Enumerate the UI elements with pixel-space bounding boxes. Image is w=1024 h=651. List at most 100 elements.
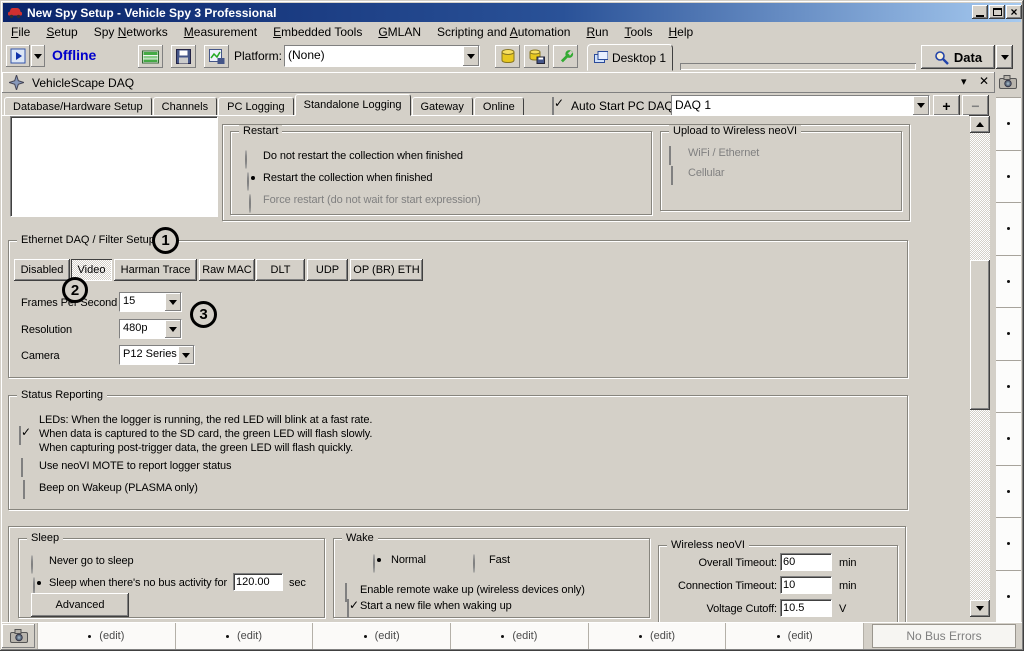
menu-spy-networks[interactable]: Spy Networks — [91, 24, 171, 40]
tab-database-hardware-setup[interactable]: Database/Hardware Setup — [4, 97, 152, 116]
resolution-select[interactable]: 480p — [119, 319, 182, 339]
beep-wakeup-checkbox[interactable] — [23, 480, 25, 499]
menu-measurement[interactable]: Measurement — [181, 24, 260, 40]
close-icon[interactable]: × — [1006, 5, 1022, 19]
edit-slot[interactable]: (edit) — [726, 623, 864, 649]
auto-start-pc-daq-checkbox[interactable] — [552, 97, 554, 116]
menu-help[interactable]: Help — [666, 24, 697, 40]
menu-gmlan[interactable]: GMLAN — [375, 24, 424, 40]
eth-mode-raw-mac-button[interactable]: Raw MAC — [199, 259, 255, 281]
eth-mode-op-br-eth-button[interactable]: OP (BR) ETH — [350, 259, 423, 281]
remove-daq-button[interactable]: − — [962, 95, 989, 116]
radio-wake-normal-label[interactable]: Normal — [391, 554, 426, 566]
platform-select[interactable]: (None) — [284, 45, 480, 67]
dock-slot[interactable] — [996, 256, 1021, 309]
data-dropdown-button[interactable] — [996, 45, 1013, 69]
radio-restart[interactable] — [247, 172, 249, 191]
eth-mode-dlt-button[interactable]: DLT — [256, 259, 305, 281]
data-button[interactable]: Data — [921, 45, 995, 69]
minimize-button[interactable] — [972, 5, 988, 19]
dock-slot[interactable] — [996, 98, 1021, 151]
neovi-mote-checkbox[interactable] — [21, 458, 23, 477]
radio-no-restart[interactable] — [245, 150, 247, 169]
new-file-wakeup-checkbox[interactable] — [347, 599, 349, 618]
edit-slot-label[interactable]: (edit) — [237, 630, 262, 642]
remote-wakeup-label[interactable]: Enable remote wake up (wireless devices … — [360, 584, 585, 596]
menu-file[interactable]: File — [8, 24, 33, 40]
menu-run[interactable]: Run — [583, 24, 611, 40]
run-button[interactable] — [6, 45, 30, 67]
eth-mode-harman-trace-button[interactable]: Harman Trace — [114, 259, 197, 281]
camera-dropdown-icon[interactable] — [178, 346, 194, 364]
messages-view-button[interactable] — [138, 45, 163, 68]
menu-setup[interactable]: Setup — [43, 24, 80, 40]
scroll-up-icon[interactable] — [970, 116, 990, 133]
save-button[interactable] — [171, 45, 196, 68]
camera-select[interactable]: P12 Series — [119, 345, 195, 365]
radio-wake-fast-label[interactable]: Fast — [489, 554, 510, 566]
content-scrollbar[interactable] — [970, 116, 990, 617]
sleep-timeout-input[interactable] — [233, 573, 283, 591]
fps-dropdown-icon[interactable] — [165, 293, 181, 311]
tab-gateway[interactable]: Gateway — [412, 97, 473, 116]
dock-slot[interactable] — [996, 518, 1021, 571]
camera-icon[interactable] — [999, 75, 1017, 95]
edit-slot-label[interactable]: (edit) — [375, 630, 400, 642]
database-button[interactable] — [495, 45, 520, 68]
eth-mode-udp-button[interactable]: UDP — [307, 259, 348, 281]
tools-wrench-button[interactable] — [553, 45, 578, 68]
collections-listbox[interactable] — [10, 116, 218, 217]
beep-wakeup-label[interactable]: Beep on Wakeup (PLASMA only) — [39, 482, 198, 494]
connection-timeout-input[interactable] — [780, 576, 832, 594]
maximize-button[interactable] — [989, 5, 1005, 19]
dock-slot[interactable] — [996, 413, 1021, 466]
scrollbar-thumb[interactable] — [970, 260, 990, 410]
daq-select[interactable]: DAQ 1 — [671, 95, 930, 116]
resolution-dropdown-icon[interactable] — [165, 320, 181, 338]
led-status-checkbox[interactable] — [19, 426, 21, 445]
dock-slot[interactable] — [996, 308, 1021, 361]
add-daq-button[interactable]: + — [933, 95, 960, 116]
radio-never-sleep[interactable] — [31, 555, 33, 574]
radio-no-restart-label[interactable]: Do not restart the collection when finis… — [263, 150, 463, 162]
database-save-button[interactable] — [524, 45, 549, 68]
eth-mode-disabled-button[interactable]: Disabled — [14, 259, 70, 281]
neovi-mote-label[interactable]: Use neoVI MOTE to report logger status — [39, 460, 231, 472]
edit-slot-label[interactable]: (edit) — [788, 630, 813, 642]
radio-wake-normal[interactable] — [373, 554, 375, 573]
overall-timeout-input[interactable] — [780, 553, 832, 571]
tab-channels[interactable]: Channels — [153, 97, 217, 116]
edit-slot[interactable]: (edit) — [313, 623, 451, 649]
scroll-down-icon[interactable] — [970, 600, 990, 617]
log-data-button[interactable] — [204, 45, 229, 68]
edit-slot-label[interactable]: (edit) — [650, 630, 675, 642]
radio-restart-label[interactable]: Restart the collection when finished — [263, 172, 432, 184]
auto-start-pc-daq-label[interactable]: Auto Start PC DAQ — [571, 99, 674, 113]
panel-close-icon[interactable]: ✕ — [979, 74, 989, 88]
radio-sleep-no-activity-label[interactable]: Sleep when there's no bus activity for — [49, 577, 227, 589]
dock-slot[interactable] — [996, 151, 1021, 204]
fps-select[interactable]: 15 — [119, 292, 182, 312]
tab-desktop-1[interactable]: Desktop 1 — [587, 44, 673, 71]
edit-slot[interactable]: (edit) — [176, 623, 314, 649]
advanced-button[interactable]: Advanced — [31, 593, 129, 617]
new-file-wakeup-label[interactable]: Start a new file when waking up — [360, 600, 512, 612]
edit-slot-label[interactable]: (edit) — [99, 630, 124, 642]
camera-icon[interactable] — [2, 624, 35, 648]
edit-slot-label[interactable]: (edit) — [512, 630, 537, 642]
menu-scripting-automation[interactable]: Scripting and Automation — [434, 24, 573, 40]
panel-menu-icon[interactable]: ▾ — [961, 75, 967, 88]
voltage-cutoff-input[interactable] — [780, 599, 832, 617]
dock-slot[interactable] — [996, 361, 1021, 414]
tab-pc-logging[interactable]: PC Logging — [218, 97, 294, 116]
platform-dropdown-icon[interactable] — [463, 46, 479, 66]
menu-tools[interactable]: Tools — [621, 24, 655, 40]
tab-standalone-logging[interactable]: Standalone Logging — [295, 94, 411, 116]
dock-slot[interactable] — [996, 571, 1021, 624]
edit-slot[interactable]: (edit) — [38, 623, 176, 649]
edit-slot[interactable]: (edit) — [589, 623, 727, 649]
dock-slot[interactable] — [996, 466, 1021, 519]
radio-wake-fast[interactable] — [473, 554, 475, 573]
edit-slot[interactable]: (edit) — [451, 623, 589, 649]
daq-dropdown-icon[interactable] — [913, 96, 929, 115]
